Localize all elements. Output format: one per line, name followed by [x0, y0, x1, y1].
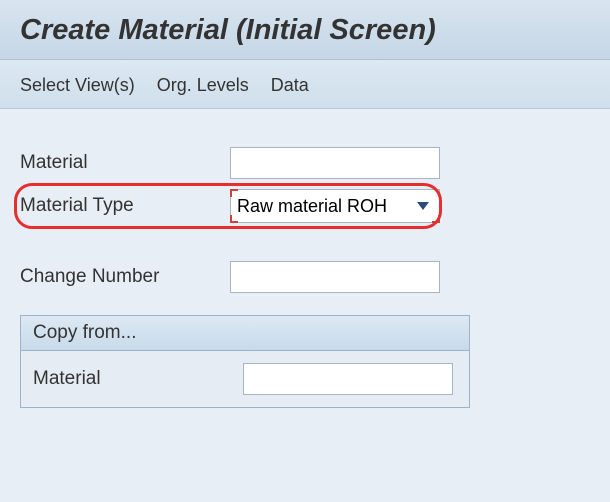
groupbox-body: Material: [21, 351, 469, 407]
row-copy-material: Material: [33, 363, 457, 395]
chevron-down-icon: [417, 202, 429, 210]
menu-select-views[interactable]: Select View(s): [20, 75, 135, 96]
select-material-type-value: Raw material ROH: [237, 196, 387, 217]
menu-data[interactable]: Data: [271, 75, 309, 96]
form-area: Material Material Type Raw material ROH …: [0, 109, 610, 428]
select-material-type[interactable]: Raw material ROH: [230, 189, 440, 223]
row-change-number: Change Number: [20, 261, 590, 293]
label-material: Material: [20, 152, 230, 174]
row-material-type: Material Type Raw material ROH: [20, 189, 590, 223]
input-copy-material[interactable]: [243, 363, 453, 395]
label-material-type: Material Type: [20, 195, 230, 217]
menu-org-levels[interactable]: Org. Levels: [157, 75, 249, 96]
input-change-number[interactable]: [230, 261, 440, 293]
groupbox-copy-from: Copy from... Material: [20, 315, 470, 408]
page-title: Create Material (Initial Screen): [20, 14, 590, 47]
menu-bar: Select View(s) Org. Levels Data: [0, 60, 610, 109]
label-change-number: Change Number: [20, 266, 230, 288]
title-bar: Create Material (Initial Screen): [0, 0, 610, 60]
row-material: Material: [20, 147, 590, 179]
label-copy-material: Material: [33, 368, 243, 390]
input-material[interactable]: [230, 147, 440, 179]
groupbox-header: Copy from...: [21, 316, 469, 351]
